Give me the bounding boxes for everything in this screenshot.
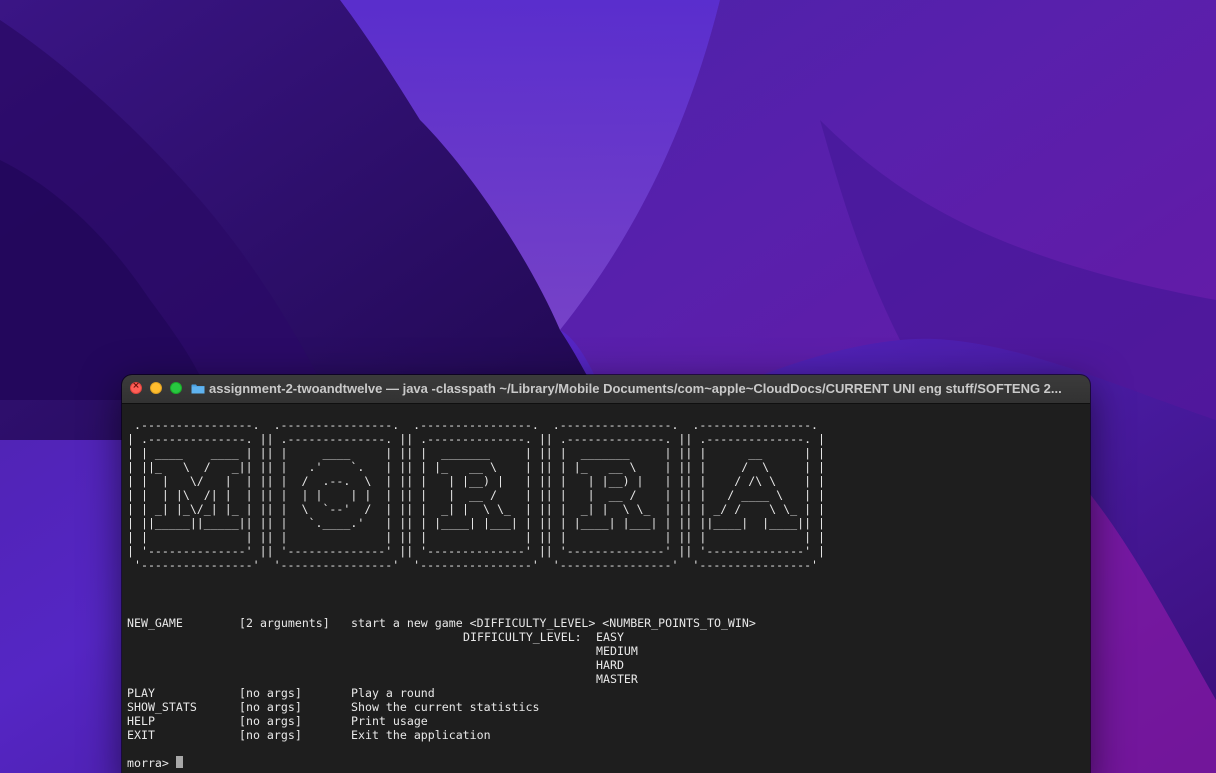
terminal-window[interactable]: × assignment-2-twoandtwelve — java -clas… bbox=[122, 375, 1090, 773]
difficulty-option: MASTER bbox=[596, 672, 638, 686]
folder-icon bbox=[191, 384, 205, 394]
command-name: SHOW_STATS bbox=[127, 700, 197, 714]
command-row-exit: EXIT [no args] Exit the application bbox=[127, 728, 491, 742]
command-name: PLAY bbox=[127, 686, 155, 700]
command-name: HELP bbox=[127, 714, 155, 728]
command-args: [no args] bbox=[239, 728, 302, 742]
command-row-help: HELP [no args] Print usage bbox=[127, 714, 428, 728]
close-icon: × bbox=[132, 381, 140, 391]
terminal-output[interactable]: .----------------. .----------------. .-… bbox=[122, 404, 1090, 773]
command-name: EXIT bbox=[127, 728, 155, 742]
minimize-button[interactable] bbox=[150, 382, 162, 394]
difficulty-option: MEDIUM bbox=[596, 644, 638, 658]
difficulty-option: EASY bbox=[596, 630, 624, 644]
shell-prompt: morra> bbox=[127, 756, 176, 770]
command-args: [no args] bbox=[239, 714, 302, 728]
difficulty-option: HARD bbox=[596, 658, 624, 672]
window-title-bar[interactable]: × assignment-2-twoandtwelve — java -clas… bbox=[122, 375, 1090, 404]
command-description: Exit the application bbox=[351, 728, 491, 742]
command-description: Play a round bbox=[351, 686, 435, 700]
command-args: [no args] bbox=[239, 686, 302, 700]
command-args: [2 arguments] bbox=[239, 616, 330, 630]
command-description: Show the current statistics bbox=[351, 700, 540, 714]
window-title: assignment-2-twoandtwelve — java -classp… bbox=[209, 381, 1062, 396]
command-prompt-line[interactable]: morra> bbox=[127, 756, 183, 770]
command-row-play: PLAY [no args] Play a round bbox=[127, 686, 435, 700]
command-row-new-game: NEW_GAME [2 arguments] start a new game <D… bbox=[127, 616, 756, 630]
morra-ascii-banner: .----------------. .----------------. .-… bbox=[127, 418, 826, 572]
command-name: NEW_GAME bbox=[127, 616, 183, 630]
command-description: start a new game <DIFFICULTY_LEVEL> <NUM… bbox=[351, 616, 756, 630]
zoom-button[interactable] bbox=[170, 382, 182, 394]
command-description: Print usage bbox=[351, 714, 428, 728]
difficulty-label: DIFFICULTY_LEVEL: bbox=[463, 630, 582, 644]
command-args: [no args] bbox=[239, 700, 302, 714]
close-button[interactable]: × bbox=[130, 381, 142, 394]
text-cursor bbox=[175, 756, 183, 768]
command-row-show-stats: SHOW_STATS [no args] Show the current stat… bbox=[127, 700, 539, 714]
